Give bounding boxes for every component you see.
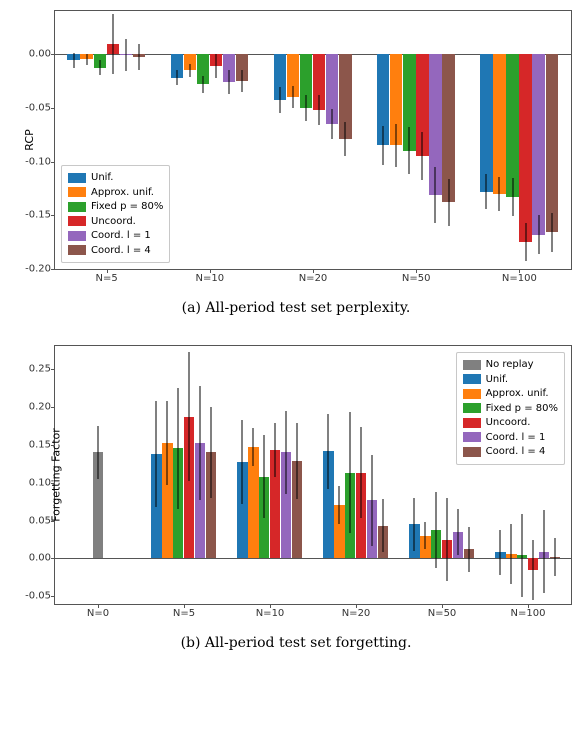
legend-label: Coord. l = 1 [91,229,151,243]
legend: Unif.Approx. unif.Fixed p = 80%Uncoord.C… [61,165,170,263]
xtick-label: N=50 [402,273,431,284]
ytick-label: -0.10 [25,156,51,167]
chart-a-ylabel: RCP [23,129,36,150]
figure-a: RCP -0.20 -0.15 -0.10 -0.05 0.00 N=5 N=10 N=20 N… [0,0,588,335]
ytick-label: 0.15 [29,439,51,450]
legend-label: Coord. l = 1 [486,431,546,445]
bar [519,54,531,242]
xtick-label: N=100 [511,608,546,619]
xtick-label: N=10 [256,608,285,619]
xtick-label: N=20 [299,273,328,284]
legend-item: Unif. [463,373,558,387]
legend-swatch [68,187,86,197]
legend-item: Coord. l = 4 [463,445,558,459]
legend-item: Uncoord. [68,215,163,229]
caption-b: (b) All-period test set forgetting. [14,635,578,651]
legend-swatch [463,432,481,442]
ytick-label: 0.00 [29,553,51,564]
legend-item: Coord. l = 4 [68,244,163,258]
xtick-label: N=10 [196,273,225,284]
bar [506,54,518,197]
figure-b: Forgetting Factor -0.050.000.050.100.150… [0,335,588,670]
legend-item: Fixed p = 80% [68,200,163,214]
legend-swatch [463,403,481,413]
legend-label: Approx. unif. [486,387,549,401]
xtick-label: N=0 [87,608,109,619]
bar [493,54,505,194]
legend-label: Uncoord. [486,416,531,430]
xtick-label: N=5 [95,273,117,284]
legend-swatch [463,360,481,370]
legend-item: Coord. l = 1 [68,229,163,243]
xtick-label: N=50 [428,608,457,619]
bar [480,54,492,192]
ytick-label: 0.25 [29,363,51,374]
ytick-label: 0.20 [29,401,51,412]
ytick-label: 0.10 [29,477,51,488]
xtick-label: N=5 [173,608,195,619]
legend-item: Fixed p = 80% [463,402,558,416]
legend-swatch [68,173,86,183]
legend-swatch [68,202,86,212]
ytick-label: -0.20 [25,264,51,275]
legend-label: Uncoord. [91,215,136,229]
bar [532,54,544,235]
xtick-label: N=100 [502,273,537,284]
legend-label: Unif. [486,373,508,387]
ytick-label: 0.05 [29,515,51,526]
legend-item: No replay [463,358,558,372]
legend-item: Coord. l = 1 [463,431,558,445]
legend-swatch [463,418,481,428]
ytick-label: 0.00 [29,49,51,60]
chart-a-plot-area: RCP -0.20-0.15-0.10-0.050.00N=5N=10N=20N… [54,10,572,270]
legend-item: Unif. [68,171,163,185]
legend-swatch [68,216,86,226]
legend-label: No replay [486,358,534,372]
legend-swatch [463,374,481,384]
legend-item: Uncoord. [463,416,558,430]
ytick-label: -0.05 [25,591,51,602]
bar [546,54,558,232]
legend-swatch [68,231,86,241]
legend-label: Approx. unif. [91,186,154,200]
caption-a: (a) All-period test set perplexity. [14,300,578,316]
legend-label: Unif. [91,171,113,185]
legend-item: Approx. unif. [68,186,163,200]
legend: No replayUnif.Approx. unif.Fixed p = 80%… [456,352,565,465]
legend-swatch [463,389,481,399]
legend-item: Approx. unif. [463,387,558,401]
legend-label: Fixed p = 80% [91,200,163,214]
ytick-label: -0.05 [25,102,51,113]
legend-label: Coord. l = 4 [91,244,151,258]
chart-b-plot-area: Forgetting Factor -0.050.000.050.100.150… [54,345,572,605]
legend-label: Fixed p = 80% [486,402,558,416]
xtick-label: N=20 [342,608,371,619]
ytick-label: -0.15 [25,210,51,221]
legend-label: Coord. l = 4 [486,445,546,459]
legend-swatch [463,447,481,457]
legend-swatch [68,245,86,255]
